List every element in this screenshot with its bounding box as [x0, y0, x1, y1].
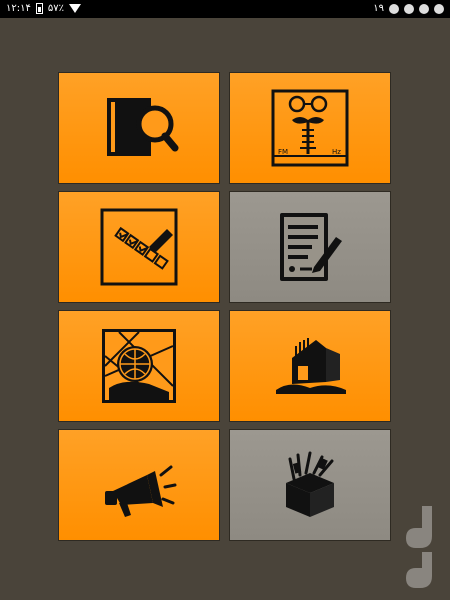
checklist-pen-icon [100, 208, 178, 286]
notification-icon [389, 3, 399, 14]
building-icon [276, 338, 346, 394]
fm-label: FM [278, 148, 288, 156]
download-icon [419, 3, 429, 14]
clock: ۱۲:۱۴ [6, 3, 31, 14]
tile-book-search[interactable] [58, 72, 220, 184]
app-icon [434, 3, 444, 14]
wifi-icon [68, 4, 81, 13]
tile-face-meter[interactable]: FM Hz [229, 72, 391, 184]
megaphone-icon [105, 465, 177, 517]
globe-map-icon [102, 329, 176, 403]
tile-toolbox[interactable] [229, 429, 391, 541]
battery-icon [35, 3, 43, 14]
tile-document-sign[interactable] [229, 191, 391, 303]
document-pen-icon [280, 213, 342, 281]
tile-globe-map[interactable] [58, 310, 220, 422]
tile-checklist[interactable] [58, 191, 220, 303]
mustache-face-gauge-icon: FM Hz [271, 89, 349, 167]
notification-count: ۱۹ [373, 3, 384, 14]
status-bar: ۱۲:۱۴ ۵۷٪ ۱۹ [0, 0, 450, 18]
tile-announcement[interactable] [58, 429, 220, 541]
status-left: ۱۲:۱۴ ۵۷٪ [6, 3, 81, 14]
tile-building[interactable] [229, 310, 391, 422]
toolbox-icon [286, 451, 334, 517]
battery-level: ۵۷٪ [47, 3, 64, 14]
book-magnifier-icon [107, 98, 179, 156]
telegram-icon [404, 3, 414, 14]
hz-label: Hz [332, 148, 341, 156]
watermark-logo-icon [406, 506, 432, 588]
status-right: ۱۹ [373, 3, 444, 14]
